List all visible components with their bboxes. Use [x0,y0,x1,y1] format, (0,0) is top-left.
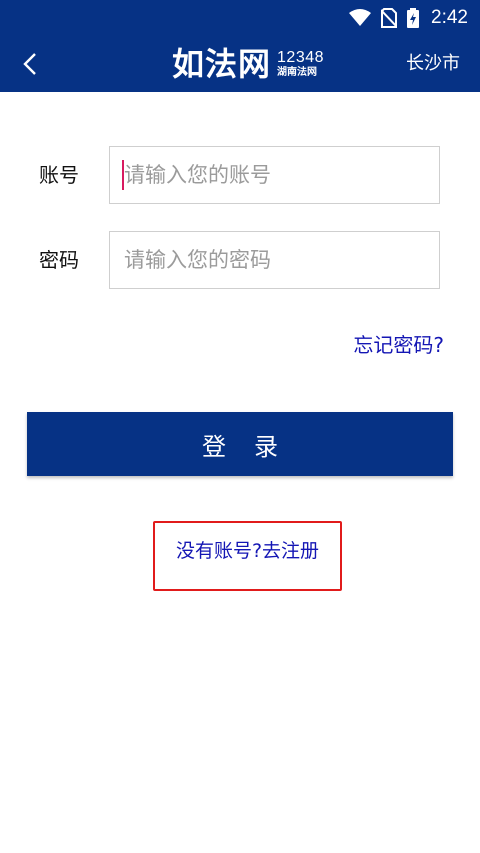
chevron-left-icon [23,53,36,75]
password-input[interactable] [109,231,440,289]
logo-name: 湖南法网 [277,67,318,78]
password-row: 密码 [0,231,480,289]
forgot-password-link[interactable]: 忘记密码? [353,331,444,359]
password-label: 密码 [39,248,79,272]
status-bar: 2:42 [0,0,480,36]
text-cursor [122,160,124,190]
account-input[interactable] [109,146,440,204]
battery-charging-icon [407,8,420,28]
app-logo: 如法网 12348 湖南法网 [172,45,324,83]
no-sim-icon [381,8,398,28]
register-link[interactable]: 没有账号?去注册 [155,537,340,565]
wifi-icon [349,9,372,27]
account-label: 账号 [39,163,79,187]
logo-subtitle: 12348 湖南法网 [277,50,324,78]
back-button[interactable] [14,48,46,80]
city-selector[interactable]: 长沙市 [406,51,460,77]
app-bar: 如法网 12348 湖南法网 长沙市 [0,36,480,92]
account-row: 账号 [0,146,480,204]
status-time: 2:42 [431,7,468,28]
register-highlight-box: 没有账号?去注册 [153,521,342,591]
logo-number: 12348 [277,49,325,66]
logo-title: 如法网 [172,45,272,83]
login-button[interactable]: 登录 [27,412,453,476]
